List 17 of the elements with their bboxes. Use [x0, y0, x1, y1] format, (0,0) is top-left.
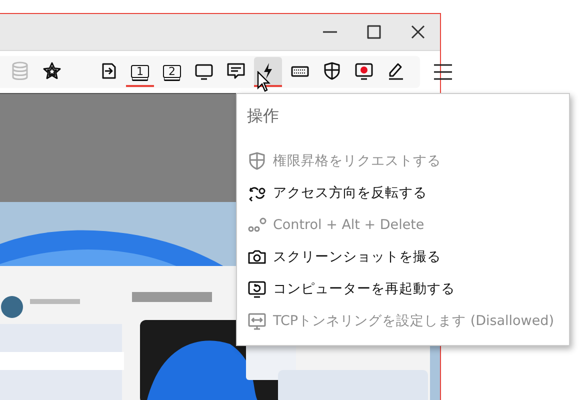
menu-item[interactable]: アクセス方向を反転する: [237, 177, 569, 209]
menu-item[interactable]: コンピューターを再起動する: [237, 273, 569, 305]
menu-icon: [434, 64, 452, 80]
toolbar-button[interactable]: 1: [126, 57, 154, 87]
chat-icon: [226, 61, 246, 81]
minimize-icon: [323, 31, 337, 33]
restart-icon: [247, 279, 267, 299]
pen-icon: [386, 61, 406, 81]
record-icon: [354, 61, 374, 81]
star-icon: [42, 61, 62, 81]
database-icon: [10, 61, 30, 81]
shield-icon: [247, 151, 267, 171]
menu-title: 操作: [246, 105, 280, 127]
menu-item[interactable]: スクリーンショットを撮る: [237, 241, 569, 273]
shield-icon: [322, 61, 342, 81]
toolbar-button[interactable]: 2: [158, 57, 186, 87]
tunnel-icon: [247, 311, 267, 331]
